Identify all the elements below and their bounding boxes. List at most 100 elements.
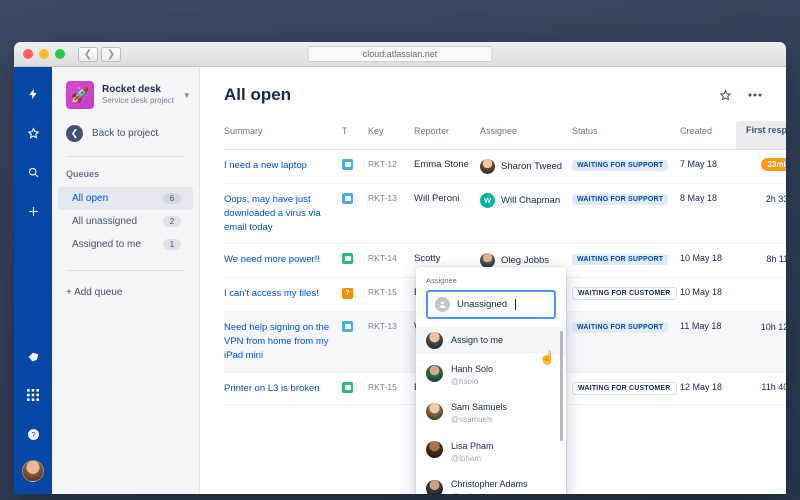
user-avatar [426, 403, 443, 420]
column-header-reporter[interactable]: Reporter [414, 121, 480, 150]
issue-sla-cell: 11h 40m 🕑 [736, 372, 786, 405]
issue-type-cell [342, 244, 368, 278]
project-sidebar: 🚀 Rocket desk Service desk project ▾ ❮ B… [52, 67, 200, 494]
list-item[interactable]: Lisa Pham @lpham [416, 431, 566, 469]
sidebar-item-all-open[interactable]: All open 6 [58, 187, 193, 210]
column-header-summary[interactable]: Summary [224, 121, 342, 150]
queue-count: 6 [163, 193, 181, 204]
sla-breach-badge: 33min 🕑 [761, 158, 786, 171]
issue-assignee-cell[interactable]: Sharon Tweed [480, 150, 572, 184]
issue-key[interactable]: RKT-13 [368, 184, 414, 244]
column-header-assignee[interactable]: Assignee [480, 121, 572, 150]
story-type-icon [342, 382, 353, 393]
issue-status-cell: WAITING FOR SUPPORT [572, 312, 680, 372]
column-header-first-response[interactable]: First response ↑ [736, 121, 786, 150]
story-type-icon [342, 253, 353, 264]
user-name: Sam Samuels [451, 402, 507, 412]
column-header-type[interactable]: T [342, 121, 368, 150]
user-avatar [426, 441, 443, 458]
column-header-status[interactable]: Status [572, 121, 680, 150]
task-type-icon [342, 159, 353, 170]
status-badge: WAITING FOR SUPPORT [572, 194, 668, 205]
svg-text:?: ? [31, 430, 35, 439]
browser-titlebar: ❮ ❯ cloud.atlassian.net [14, 42, 786, 67]
issue-status-cell: WAITING FOR CUSTOMER [572, 278, 680, 312]
chevron-down-icon[interactable]: ▾ [184, 90, 189, 101]
more-options-icon[interactable] [748, 93, 762, 97]
list-item[interactable]: Christopher Adams @cadams [416, 469, 566, 494]
address-bar[interactable]: cloud.atlassian.net [308, 46, 493, 62]
issue-status-cell: WAITING FOR SUPPORT [572, 150, 680, 184]
user-avatar[interactable] [22, 460, 44, 482]
issue-type-cell [342, 312, 368, 372]
issue-type-cell [342, 372, 368, 405]
maximize-window-button[interactable] [55, 49, 65, 59]
page-title: All open [224, 85, 291, 105]
main-content: All open Summa [200, 67, 786, 494]
issue-key[interactable]: RKT-12 [368, 150, 414, 184]
search-icon[interactable] [20, 159, 46, 185]
issue-key[interactable]: RKT-13 [368, 312, 414, 372]
status-badge: WAITING FOR CUSTOMER [572, 287, 677, 300]
issue-summary-link[interactable]: We need more power!! [224, 244, 342, 278]
star-icon[interactable] [20, 120, 46, 146]
project-subtitle: Service desk project [102, 96, 174, 106]
add-queue-button[interactable]: + Add queue [52, 287, 199, 298]
project-logo-icon: 🚀 [66, 81, 94, 109]
unassigned-avatar-icon [435, 297, 450, 312]
issue-key[interactable]: RKT-15 [368, 278, 414, 312]
issue-created: 12 May 18 [680, 372, 736, 405]
first-response-label: First response [746, 125, 786, 135]
user-handle: @lpham [451, 454, 494, 464]
assignee-search-input[interactable]: Unassigned [426, 290, 556, 319]
issue-summary-link[interactable]: I need a new laptop [224, 150, 342, 184]
project-text: Rocket desk Service desk project [102, 84, 174, 107]
issue-created: 11 May 18 [680, 312, 736, 372]
table-row[interactable]: I need a new laptop RKT-12 Emma Stone Sh… [224, 150, 786, 184]
back-button[interactable]: ❮ [78, 47, 98, 62]
user-avatar [426, 480, 443, 494]
help-icon[interactable]: ? [20, 421, 46, 447]
table-row[interactable]: Oops, may have just downloaded a virus v… [224, 184, 786, 244]
forward-button[interactable]: ❯ [101, 47, 121, 62]
assignee-dropdown[interactable]: Assignee Unassigned Assign to me ☝ [416, 267, 566, 494]
list-item[interactable]: Sam Samuels @ssamuels [416, 392, 566, 430]
sla-value: 11h 40m [761, 382, 786, 392]
user-name: Hanh Solo [451, 364, 493, 374]
issue-key[interactable]: RKT-14 [368, 244, 414, 278]
issue-assignee-cell[interactable]: W Will Chapman [480, 184, 572, 244]
bolt-icon[interactable] [20, 81, 46, 107]
sidebar-item-all-unassigned[interactable]: All unassigned 2 [58, 210, 193, 233]
sidebar-item-assigned-to-me[interactable]: Assigned to me 1 [58, 233, 193, 256]
apps-grid-icon[interactable] [20, 382, 46, 408]
assignee-dropdown-header: Assignee Unassigned [416, 267, 566, 327]
project-switcher[interactable]: 🚀 Rocket desk Service desk project ▾ [52, 81, 199, 109]
user-name: Christopher Adams [451, 479, 528, 489]
column-header-created[interactable]: Created [680, 121, 736, 150]
queues-section-title: Queues [52, 169, 199, 179]
arrow-left-icon: ❮ [66, 125, 83, 142]
issue-summary-link[interactable]: Oops, may have just downloaded a virus v… [224, 184, 342, 244]
user-handle: @cadams [451, 492, 528, 494]
issue-created: 7 May 18 [680, 150, 736, 184]
task-type-icon [342, 321, 353, 332]
close-window-button[interactable] [23, 49, 33, 59]
issue-summary-link[interactable]: Printer on L3 is broken [224, 372, 342, 405]
minimize-window-button[interactable] [39, 49, 49, 59]
page-actions [719, 89, 762, 102]
issue-sla-cell: 2h 33m 🕑 [736, 184, 786, 244]
issue-summary-link[interactable]: I can't access my files! [224, 278, 342, 312]
back-to-project-link[interactable]: ❮ Back to project [52, 125, 199, 142]
sidebar-divider-2 [66, 270, 185, 271]
column-header-key[interactable]: Key [368, 121, 414, 150]
status-badge: WAITING FOR SUPPORT [572, 322, 668, 333]
plus-icon[interactable] [20, 198, 46, 224]
star-icon[interactable] [719, 89, 732, 102]
issue-summary-link[interactable]: Need help signing on the VPN from home f… [224, 312, 342, 372]
user-name: Lisa Pham [451, 441, 494, 451]
assign-to-me-option[interactable]: Assign to me ☝ [416, 327, 566, 354]
tag-icon[interactable] [20, 343, 46, 369]
issue-key[interactable]: RKT-15 [368, 372, 414, 405]
status-badge: WAITING FOR CUSTOMER [572, 382, 677, 395]
dropdown-scrollbar[interactable] [560, 331, 563, 441]
